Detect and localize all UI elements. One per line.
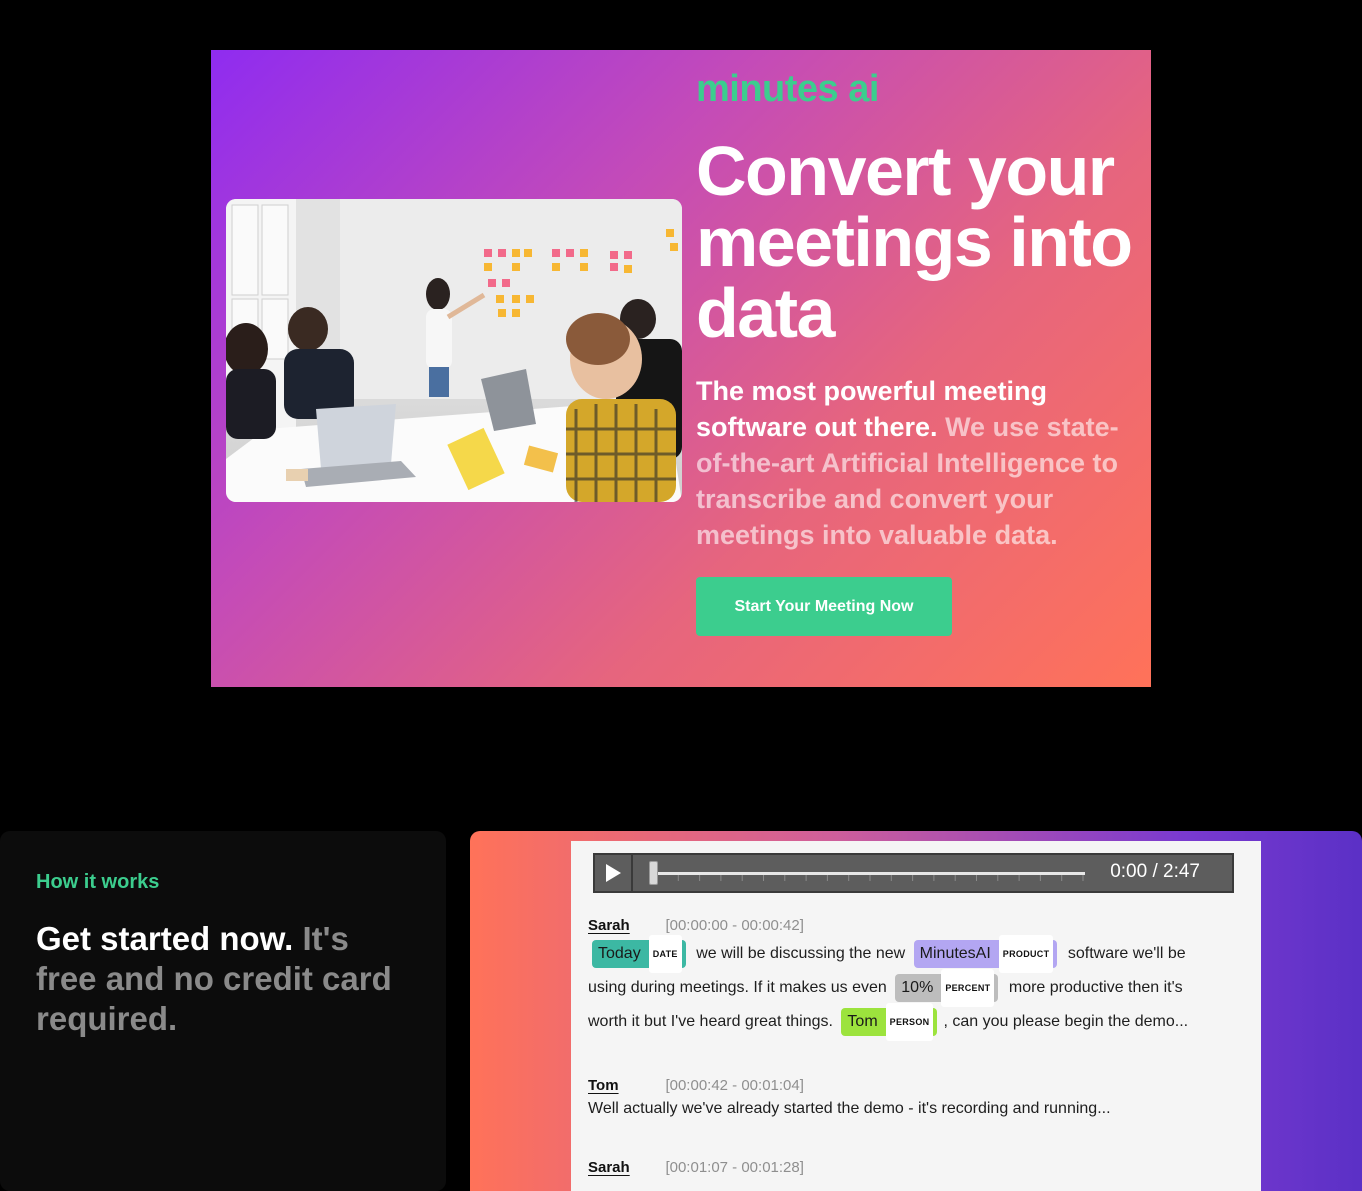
entity-tag: PRODUCT	[998, 934, 1054, 973]
transcript-line: Well actually we've already started the …	[588, 1100, 1111, 1117]
entity-text: 10%	[901, 978, 934, 996]
speaker-name[interactable]: Sarah	[588, 917, 661, 934]
play-icon	[606, 864, 621, 882]
timestamp: [00:00:00 - 00:00:42]	[665, 917, 804, 934]
timestamp: [00:00:42 - 00:01:04]	[665, 1077, 804, 1094]
audio-player: 0:00 / 2:47	[593, 853, 1234, 893]
section-label: How it works	[36, 871, 160, 893]
speaker-name[interactable]: Tom	[588, 1077, 661, 1094]
transcript-text: worth it but I've heard great things.	[588, 1013, 833, 1030]
timestamp: [00:01:07 - 00:01:28]	[665, 1159, 804, 1176]
transcript-entry: Tom [00:00:42 - 00:01:04] Well actually …	[588, 1077, 1111, 1121]
transcript-entry: Sarah [00:00:00 - 00:00:42] Today DATE we…	[588, 917, 1189, 1041]
entity-tag: DATE	[648, 934, 682, 973]
entity-date[interactable]: Today DATE	[592, 934, 686, 973]
time-display: 0:00 / 2:47	[1110, 861, 1200, 882]
how-it-works-card: How it works Get started now. It's free …	[0, 831, 446, 1191]
hero-headline: Convert your meetings into data	[696, 132, 1133, 352]
transcript-panel: 0:00 / 2:47 Sarah [00:00:00 - 00:00:42] …	[571, 841, 1261, 1191]
speaker-name[interactable]: Sarah	[588, 1159, 661, 1176]
transcript-text: we will be discussing the new	[696, 945, 906, 962]
transcript-line: Today DATE we will be discussing the new …	[588, 934, 1188, 973]
section-title: Get started now. It's free and no credit…	[36, 919, 416, 1039]
entity-text: Today	[598, 944, 641, 962]
meeting-photo	[226, 199, 682, 502]
entity-product[interactable]: MinutesAI PRODUCT	[913, 934, 1058, 973]
entity-tag: PERCENT	[941, 968, 995, 1007]
entity-person[interactable]: Tom PERSON	[841, 1002, 938, 1041]
entity-tag: PERSON	[885, 1002, 934, 1041]
transcript-entry: Sarah [00:01:07 - 00:01:28]	[588, 1159, 804, 1177]
play-button[interactable]	[595, 855, 633, 891]
entry-header: Sarah [00:01:07 - 00:01:28]	[588, 1159, 804, 1177]
start-meeting-button[interactable]: Start Your Meeting Now	[696, 577, 952, 636]
transcript-text: , can you please begin the demo...	[943, 1013, 1189, 1030]
meeting-illustration	[226, 199, 682, 502]
hero-subheadline: The most powerful meeting software out t…	[696, 373, 1151, 553]
seek-ticks	[656, 875, 1084, 881]
entity-text: MinutesAI	[919, 944, 991, 962]
transcript-line: worth it but I've heard great things. To…	[588, 1002, 1189, 1041]
transcript-line: using during meetings. If it makes us ev…	[588, 968, 1188, 1007]
hero-section: minutes ai Convert your meetings into da…	[211, 50, 1151, 687]
transcript-text: software we'll be	[1067, 945, 1186, 962]
entity-percent[interactable]: 10% PERCENT	[895, 968, 999, 1007]
entry-header: Tom [00:00:42 - 00:01:04]	[588, 1077, 1111, 1095]
seek-handle[interactable]	[649, 861, 658, 885]
entry-header: Sarah [00:00:00 - 00:00:42]	[588, 917, 1188, 935]
transcript-text: using during meetings. If it makes us ev…	[588, 979, 887, 996]
title-bold: Get started now.	[36, 920, 294, 957]
transcript-demo: 0:00 / 2:47 Sarah [00:00:00 - 00:00:42] …	[470, 831, 1362, 1191]
transcript-text: more productive then it's	[1008, 979, 1183, 996]
entity-text: Tom	[847, 1012, 878, 1030]
brand-logo: minutes ai	[696, 68, 879, 110]
